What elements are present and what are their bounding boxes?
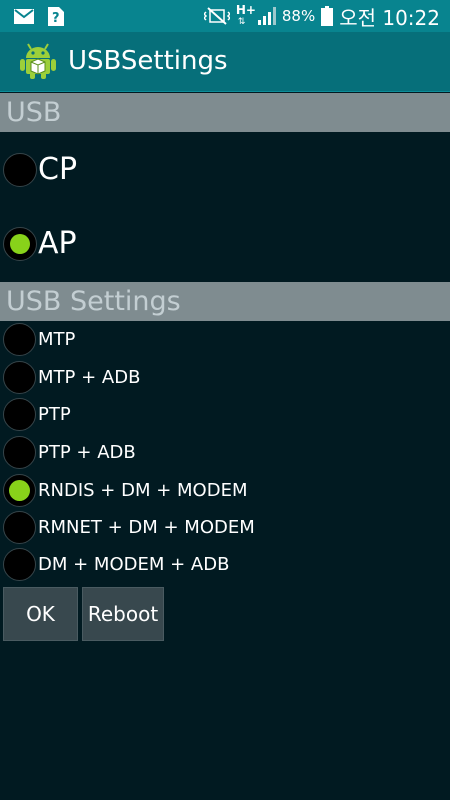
radio-option-cp[interactable]: CP [3, 152, 77, 187]
status-clock: 오전 10:22 [339, 5, 440, 30]
radio-option-ap[interactable]: AP [3, 226, 77, 261]
battery-icon [321, 6, 334, 26]
radio-button[interactable] [3, 436, 36, 469]
app-title: USBSettings [68, 46, 228, 76]
radio-check-dot [9, 480, 30, 501]
ok-button[interactable]: OK [3, 587, 78, 641]
radio-label: PTP [38, 404, 71, 425]
radio-option-ptp[interactable]: PTP [3, 398, 71, 431]
radio-button[interactable] [3, 323, 36, 356]
radio-button[interactable] [3, 511, 36, 544]
unknown-file-icon: ? [48, 7, 64, 26]
radio-option-rmnet-dm-modem[interactable]: RMNET + DM + MODEM [3, 511, 255, 544]
status-right-icons: H+ ⇅ 88% 오전 10:22 [198, 0, 440, 32]
section-header-usb-settings: USB Settings [0, 282, 450, 321]
radio-label: MTP [38, 329, 76, 350]
radio-button[interactable] [3, 398, 36, 431]
mail-icon [14, 9, 34, 24]
radio-label: CP [38, 152, 78, 187]
radio-check-dot [10, 233, 30, 254]
radio-label: PTP + ADB [38, 442, 136, 463]
android-app-icon [20, 43, 56, 79]
radio-label: MTP + ADB [38, 367, 141, 388]
radio-option-mtp-adb[interactable]: MTP + ADB [3, 361, 140, 394]
radio-label: RMNET + DM + MODEM [38, 517, 255, 538]
radio-label: RNDIS + DM + MODEM [38, 480, 248, 501]
status-left-icons: ? [14, 7, 64, 26]
vibrate-icon [203, 7, 230, 25]
status-bar: ? H+ ⇅ 88% 오전 10:22 [0, 0, 450, 32]
signal-icon [257, 7, 276, 25]
radio-label: AP [38, 226, 77, 261]
radio-option-dm-modem-adb[interactable]: DM + MODEM + ADB [3, 548, 229, 581]
section-header-usb: USB [0, 93, 450, 132]
radio-label: DM + MODEM + ADB [38, 554, 230, 575]
radio-option-ptp-adb[interactable]: PTP + ADB [3, 436, 136, 469]
radio-button[interactable] [3, 474, 36, 507]
radio-button[interactable] [3, 361, 36, 394]
hplus-network-icon: H+ ⇅ [235, 3, 256, 27]
svg-text:?: ? [52, 11, 60, 26]
radio-button[interactable] [3, 548, 36, 581]
battery-percent: 88% [281, 7, 316, 25]
radio-button[interactable] [3, 226, 37, 261]
radio-option-mtp[interactable]: MTP [3, 323, 75, 356]
radio-button[interactable] [3, 152, 37, 187]
reboot-button[interactable]: Reboot [82, 587, 164, 641]
action-bar: USBSettings [0, 32, 450, 92]
radio-option-rndis-dm-modem[interactable]: RNDIS + DM + MODEM [3, 474, 247, 507]
